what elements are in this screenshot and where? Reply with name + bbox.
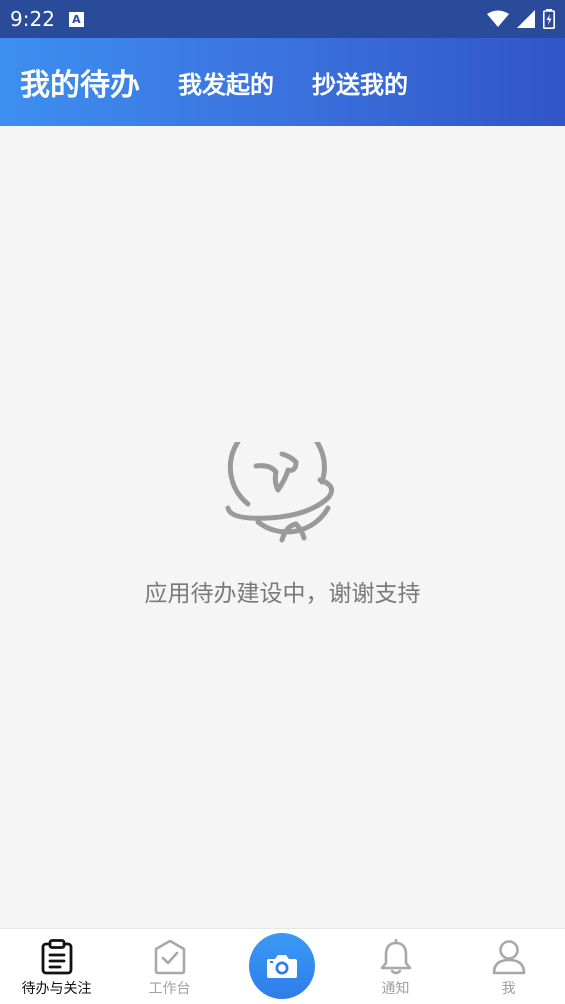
tab-cc-to-me[interactable]: 抄送我的 (312, 65, 408, 100)
empty-state: 应用待办建设中，谢谢支持 (0, 126, 565, 928)
camera-icon (267, 955, 297, 978)
header-tabs: 我的待办 我发起的 抄送我的 (0, 38, 565, 126)
tab-initiated-by-me[interactable]: 我发起的 (178, 65, 274, 100)
nav-todo-and-follow[interactable]: 待办与关注 (0, 929, 113, 1004)
status-bar: 9:22 A (0, 0, 565, 38)
shield-check-icon (154, 939, 185, 975)
wifi-icon (487, 10, 509, 27)
status-icons (487, 9, 555, 29)
empty-message: 应用待办建设中，谢谢支持 (144, 581, 421, 607)
planet-icon (225, 442, 335, 543)
tab-my-todo[interactable]: 我的待办 (20, 60, 140, 104)
nav-label-me: 我 (501, 981, 516, 997)
nav-label-workbench: 工作台 (148, 981, 191, 997)
user-icon (492, 940, 525, 975)
battery-icon (543, 9, 555, 29)
nav-label-todo: 待办与关注 (21, 981, 92, 997)
nav-label-notifications: 通知 (381, 981, 410, 997)
signal-icon (517, 10, 535, 28)
status-time: 9:22 (10, 7, 55, 31)
nav-workbench[interactable]: 工作台 (113, 929, 226, 1004)
clipboard-icon (41, 939, 72, 975)
camera-button[interactable] (249, 933, 315, 999)
bell-icon (380, 939, 411, 975)
notification-icon: A (68, 11, 84, 27)
nav-notifications[interactable]: 通知 (339, 929, 452, 1004)
bottom-nav: 待办与关注 工作台 通知 我 (0, 928, 565, 1004)
nav-me[interactable]: 我 (452, 929, 565, 1004)
